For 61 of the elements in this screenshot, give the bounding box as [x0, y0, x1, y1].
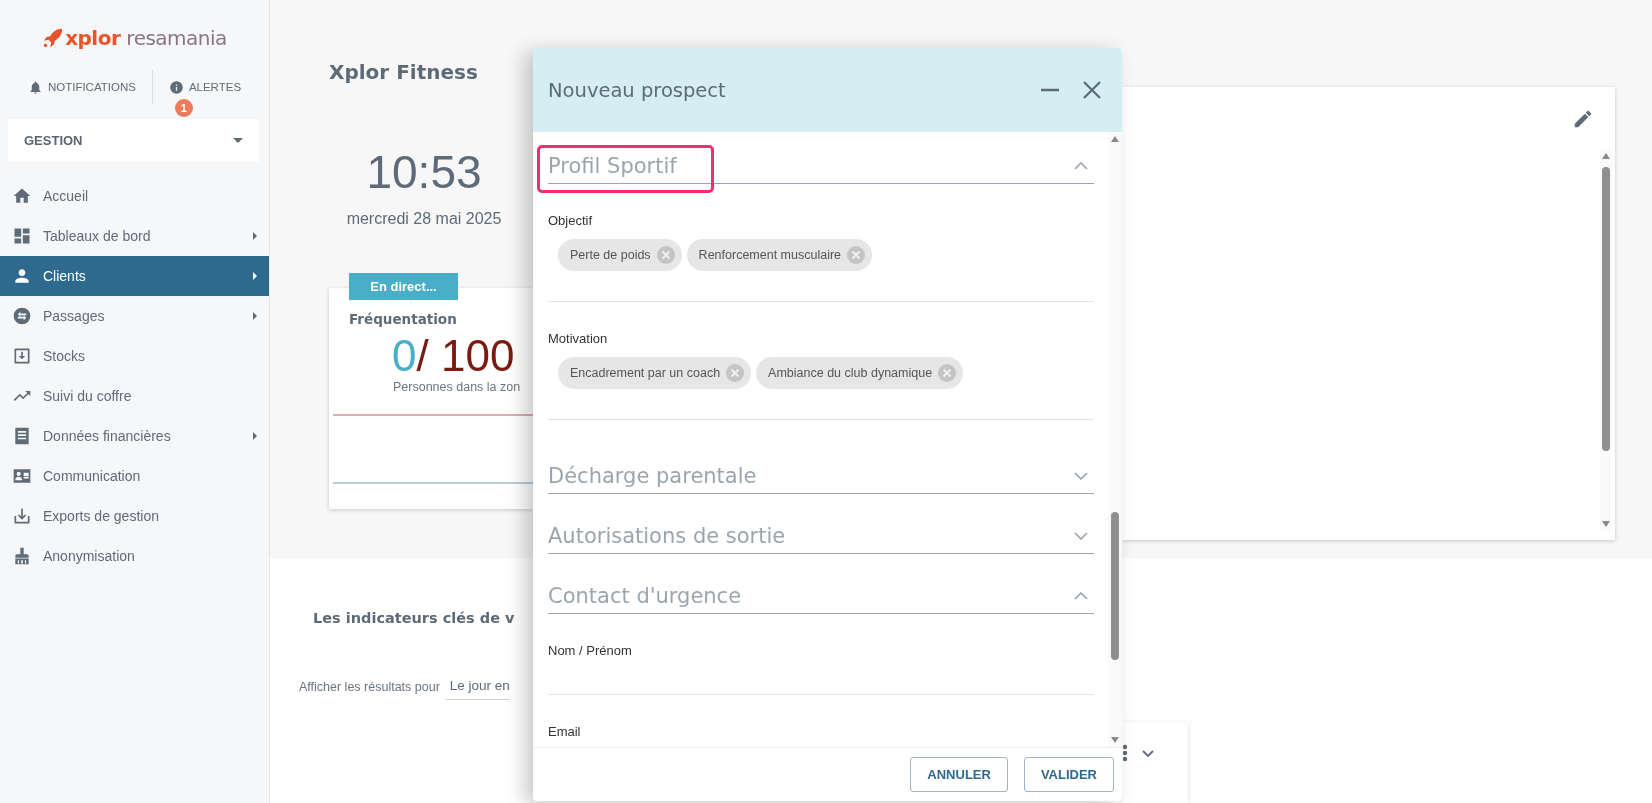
- dialog-button[interactable]: ANNULER: [910, 757, 1008, 792]
- receipt-icon: [12, 426, 32, 446]
- logo: xplor resamania: [42, 26, 227, 50]
- site-title: Xplor Fitness: [329, 59, 478, 86]
- field-label: Email: [548, 725, 581, 739]
- scroll-down-icon[interactable]: [1111, 737, 1119, 743]
- field-label: Nom / Prénom: [548, 644, 632, 658]
- tag-chip[interactable]: Perte de poids: [558, 239, 682, 271]
- card-title: Fréquentation: [349, 310, 457, 328]
- scroll-down-icon[interactable]: [1602, 521, 1610, 527]
- tag-chip[interactable]: Encadrement par un coach: [558, 357, 752, 389]
- tag-input[interactable]: Encadrement par un coach Ambiance du club dynamique: [548, 346, 1094, 420]
- dialog-button[interactable]: VALIDER: [1023, 757, 1114, 792]
- info-icon: [168, 79, 184, 95]
- module-dropdown[interactable]: GESTION: [8, 119, 259, 162]
- menu-item[interactable]: Données financières: [0, 416, 269, 456]
- clock-time: 10:53: [366, 145, 482, 199]
- field-label: Objectif: [548, 214, 593, 228]
- menu-item[interactable]: Passages: [0, 296, 269, 336]
- occupancy-caption: Personnes dans la zon: [393, 379, 521, 396]
- inbox-icon: [12, 346, 32, 366]
- scroll-up-icon[interactable]: [1111, 136, 1119, 142]
- period-label: Afficher les résultats pour: [299, 680, 440, 694]
- chevron-down-icon[interactable]: [1142, 750, 1154, 758]
- section-heading: Les indicateurs clés de v: [313, 609, 515, 628]
- download-icon: [12, 506, 32, 526]
- home-icon: [12, 186, 32, 206]
- clock-date: mercredi 28 mai 2025: [346, 209, 502, 229]
- scrollbar[interactable]: [1108, 132, 1122, 747]
- more-icon[interactable]: [1122, 744, 1128, 762]
- broom-icon: [12, 546, 32, 566]
- menu-item[interactable]: Exports de gestion: [0, 496, 269, 536]
- menu-item[interactable]: Tableaux de bord: [0, 216, 269, 256]
- swap-icon: [12, 306, 32, 326]
- tag-chip[interactable]: Renforcement musculaire: [686, 239, 873, 271]
- alert-count-badge: 1: [174, 98, 193, 117]
- occupancy-count: 0/ 100: [392, 334, 515, 378]
- scrollbar-thumb[interactable]: [1602, 167, 1610, 451]
- contact-card-icon: [12, 466, 32, 486]
- tag-chip[interactable]: Ambiance du club dynamique: [756, 357, 964, 389]
- edit-icon[interactable]: [1572, 108, 1594, 130]
- dashboard-icon: [12, 226, 32, 246]
- scrollbar-thumb[interactable]: [1111, 512, 1119, 660]
- scroll-up-icon[interactable]: [1602, 153, 1610, 159]
- dialog-title: Nouveau prospect: [548, 78, 727, 102]
- menu-item[interactable]: Stocks: [0, 336, 269, 376]
- field-label: Motivation: [548, 332, 608, 346]
- menu-item[interactable]: Communication: [0, 456, 269, 496]
- menu-item[interactable]: Accueil: [0, 176, 269, 216]
- menu-item[interactable]: Clients: [0, 256, 269, 296]
- scrollbar[interactable]: [1600, 149, 1612, 531]
- period-dropdown[interactable]: Le jour en: [445, 674, 510, 700]
- tag-input[interactable]: Perte de poids Renforcement musculaire: [548, 228, 1094, 302]
- menu-item[interactable]: Anonymisation: [0, 536, 269, 576]
- rocket-icon: [42, 27, 65, 49]
- close-icon[interactable]: [1082, 80, 1102, 100]
- notifications-button[interactable]: NOTIFICATIONS: [21, 75, 142, 99]
- caret-icon: [233, 138, 243, 143]
- menu-item[interactable]: Suivi du coffre: [0, 376, 269, 416]
- live-badge: En direct...: [349, 273, 458, 300]
- alerts-button[interactable]: ALERTES: [162, 75, 248, 99]
